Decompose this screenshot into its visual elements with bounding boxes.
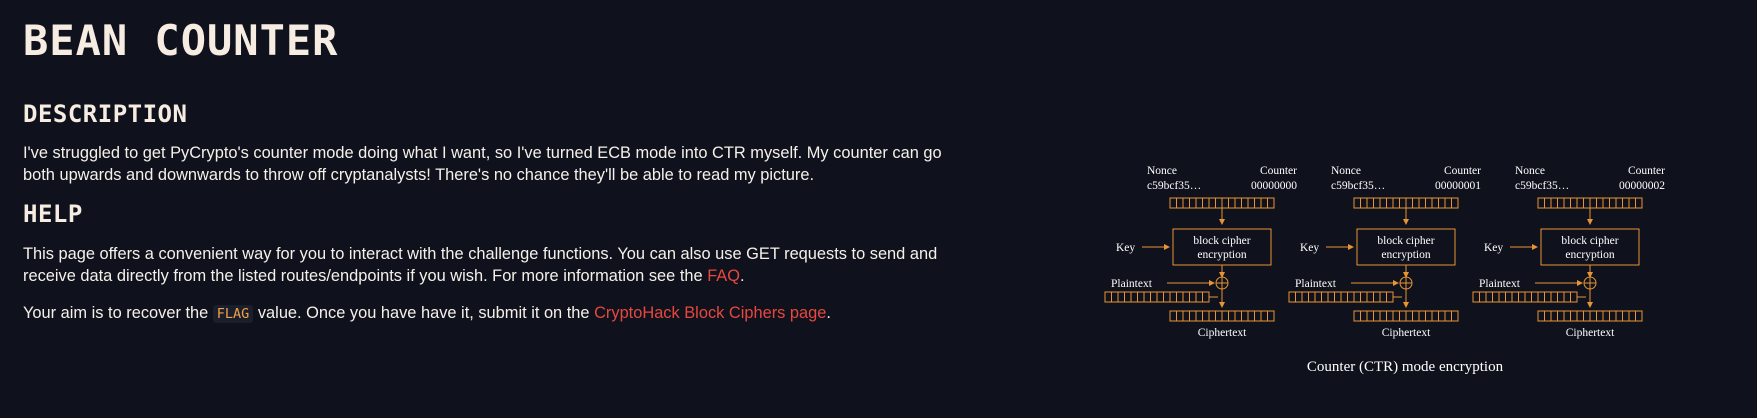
plaintext-label: Plaintext	[1479, 278, 1521, 290]
nonce-value: c59bcf35…	[1515, 180, 1569, 192]
nonce-value: c59bcf35…	[1331, 180, 1385, 192]
ctr-diagram-svg: Nonce Counter c59bcf35… 00000000 block ciphe…	[1104, 165, 1665, 375]
nonce-label: Nonce	[1147, 165, 1177, 177]
faq-link[interactable]: FAQ	[707, 267, 740, 285]
ctr-mode-diagram: Nonce Counter c59bcf35… 00000000 block ciphe…	[1100, 158, 1675, 378]
help-paragraph-end: .	[739, 267, 745, 285]
challenge-page: BEAN COUNTER DESCRIPTION I've struggled …	[0, 0, 1757, 418]
help-heading: HELP	[23, 200, 83, 228]
block-cipher-label: block cipher	[1561, 235, 1618, 247]
block-ciphers-page-link[interactable]: CryptoHack Block Ciphers page	[594, 304, 826, 322]
ciphertext-label: Ciphertext	[1198, 327, 1247, 339]
aim-end: .	[826, 304, 831, 322]
plaintext-label: Plaintext	[1111, 278, 1153, 290]
block-cipher-label: block cipher	[1193, 235, 1250, 247]
key-label: Key	[1300, 242, 1319, 254]
counter-value: 00000001	[1435, 180, 1481, 192]
nonce-label: Nonce	[1331, 165, 1361, 177]
block-cipher-label: encryption	[1381, 249, 1430, 261]
aim-prefix: Your aim is to recover the	[23, 304, 213, 322]
block-cipher-label: encryption	[1197, 249, 1246, 261]
help-paragraph-text: This page offers a convenient way for yo…	[23, 245, 938, 285]
counter-label: Counter	[1260, 165, 1297, 177]
aim-paragraph: Your aim is to recover the FLAG value. O…	[23, 302, 943, 325]
description-heading: DESCRIPTION	[23, 100, 188, 128]
challenge-title: BEAN COUNTER	[23, 16, 339, 65]
help-paragraph: This page offers a convenient way for yo…	[23, 243, 943, 287]
ciphertext-label: Ciphertext	[1566, 327, 1615, 339]
key-label: Key	[1116, 242, 1135, 254]
block-cipher-label: block cipher	[1377, 235, 1434, 247]
counter-value: 00000000	[1251, 180, 1297, 192]
aim-middle: value. Once you have have it, submit it …	[253, 304, 595, 322]
key-label: Key	[1484, 242, 1503, 254]
counter-label: Counter	[1628, 165, 1665, 177]
nonce-label: Nonce	[1515, 165, 1545, 177]
diagram-caption: Counter (CTR) mode encryption	[1307, 359, 1504, 375]
flag-code: FLAG	[212, 305, 254, 323]
nonce-value: c59bcf35…	[1147, 180, 1201, 192]
description-text: I've struggled to get PyCrypto's counter…	[23, 144, 942, 184]
plaintext-label: Plaintext	[1295, 278, 1337, 290]
ciphertext-label: Ciphertext	[1382, 327, 1431, 339]
counter-value: 00000002	[1619, 180, 1665, 192]
counter-label: Counter	[1444, 165, 1481, 177]
block-cipher-label: encryption	[1565, 249, 1614, 261]
